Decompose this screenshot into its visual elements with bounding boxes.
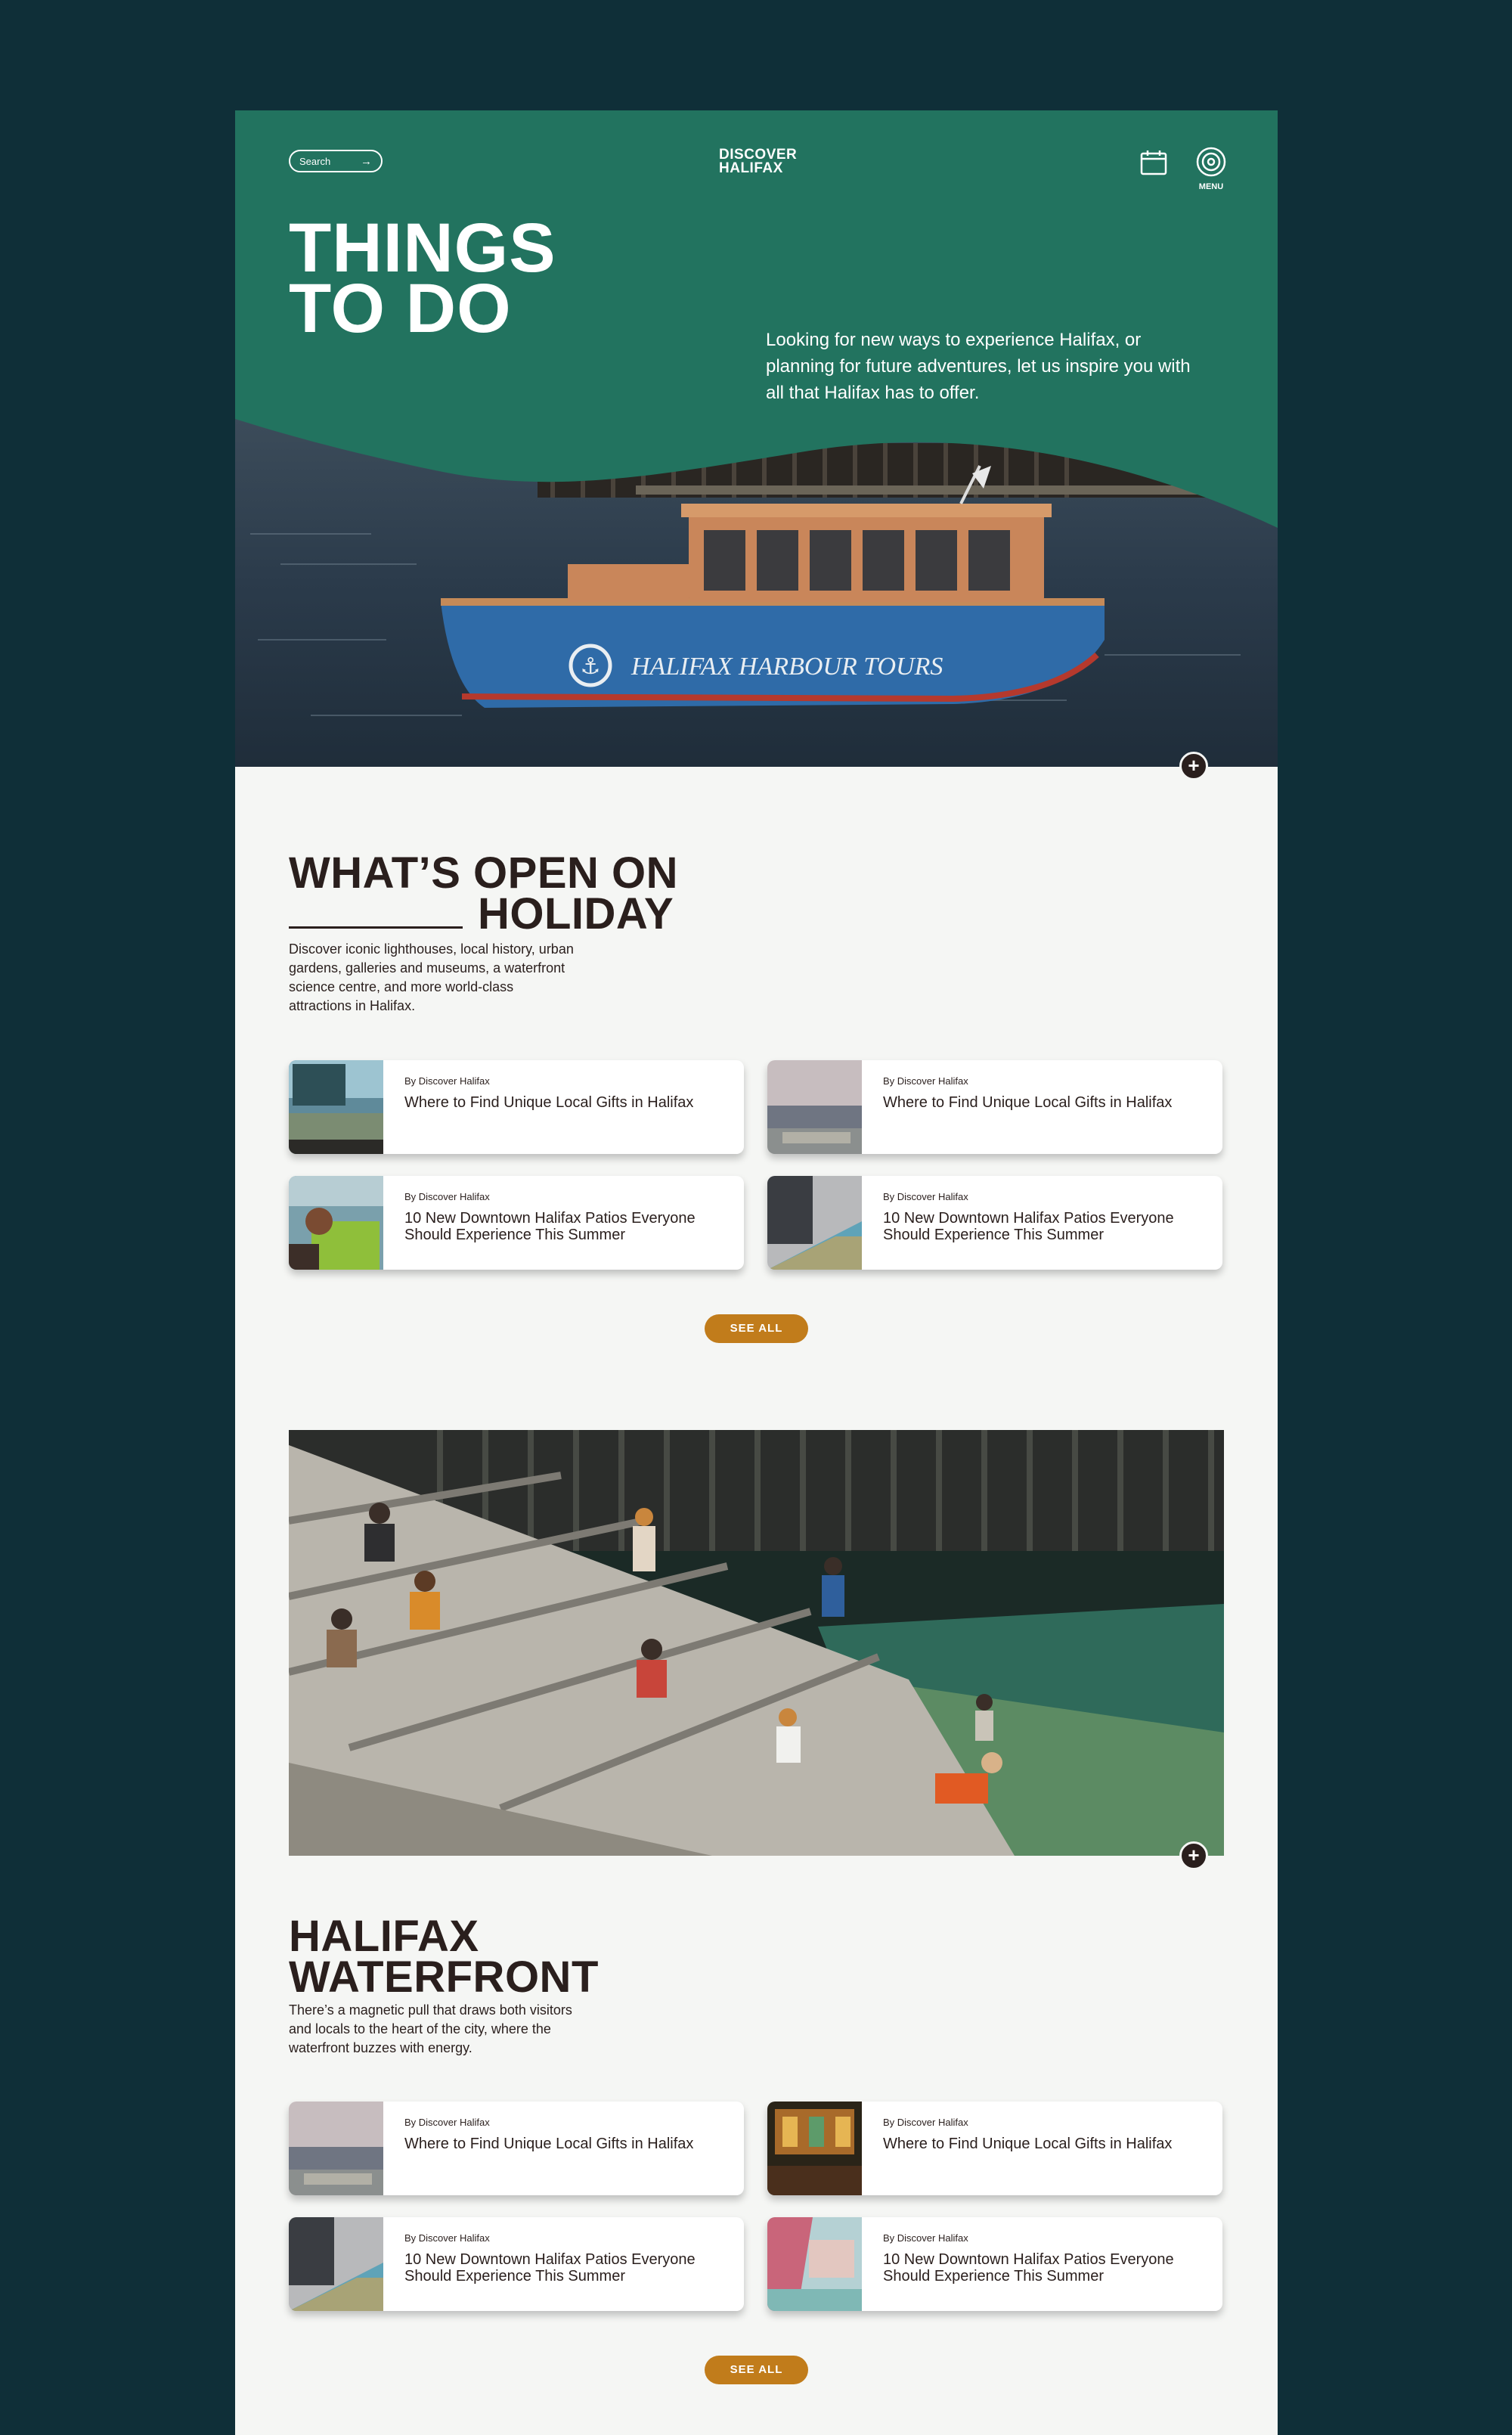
- calendar-icon[interactable]: [1140, 150, 1167, 175]
- article-author: By Discover Halifax: [404, 1075, 490, 1087]
- article-card[interactable]: By Discover Halifax Where to Find Unique…: [289, 1060, 744, 1154]
- menu-label: MENU: [1198, 182, 1224, 191]
- article-thumbnail: [767, 1176, 862, 1270]
- article-author: By Discover Halifax: [883, 2232, 968, 2244]
- see-all-button[interactable]: SEE ALL: [705, 2356, 808, 2384]
- article-title: 10 New Downtown Halifax Patios Everyone …: [404, 1210, 696, 1243]
- article-card[interactable]: By Discover Halifax 10 New Downtown Hali…: [289, 1176, 744, 1270]
- article-thumbnail: [767, 2102, 862, 2195]
- page: ⚓ HALIFAX HARBOUR TOURS Search → DISCOVE…: [235, 110, 1278, 2435]
- hero-plus-icon[interactable]: +: [1179, 752, 1208, 780]
- article-card[interactable]: By Discover Halifax Where to Find Unique…: [767, 1060, 1222, 1154]
- waterfront-title-line-2: WATERFRONT: [289, 1953, 599, 2002]
- menu-button[interactable]: MENU: [1192, 147, 1230, 191]
- logo-line-2: HALIFAX: [719, 160, 783, 176]
- article-thumbnail: [289, 1176, 383, 1270]
- article-author: By Discover Halifax: [883, 1075, 968, 1087]
- hero-description: Looking for new ways to experience Halif…: [766, 330, 1191, 403]
- article-title: Where to Find Unique Local Gifts in Hali…: [883, 2136, 1173, 2152]
- holiday-title-underline: [289, 926, 463, 929]
- article-title: Where to Find Unique Local Gifts in Hali…: [883, 1094, 1173, 1111]
- photo-plus-icon[interactable]: +: [1179, 1841, 1208, 1870]
- article-card[interactable]: By Discover Halifax 10 New Downtown Hali…: [767, 1176, 1222, 1270]
- article-card[interactable]: By Discover Halifax Where to Find Unique…: [767, 2102, 1222, 2195]
- discover-halifax-logo[interactable]: DISCOVER HALIFAX: [719, 147, 810, 176]
- search-button[interactable]: Search →: [289, 150, 383, 172]
- menu-target-icon: [1196, 147, 1226, 177]
- article-thumbnail: [289, 2102, 383, 2195]
- hero: ⚓ HALIFAX HARBOUR TOURS Search → DISCOVE…: [235, 110, 1278, 767]
- article-author: By Discover Halifax: [883, 2117, 968, 2128]
- article-title: 10 New Downtown Halifax Patios Everyone …: [883, 1210, 1174, 1243]
- waterfront-section-title: HALIFAX WATERFRONT: [289, 1915, 599, 1999]
- waterfront-section-description: There’s a magnetic pull that draws both …: [289, 2002, 572, 2055]
- article-thumbnail: [289, 2217, 383, 2311]
- article-card[interactable]: By Discover Halifax 10 New Downtown Hali…: [289, 2217, 744, 2311]
- arrow-right-icon: →: [361, 154, 372, 168]
- article-thumbnail: [767, 2217, 862, 2311]
- waterfront-steps-photo: [289, 1430, 1224, 1856]
- article-author: By Discover Halifax: [883, 1191, 968, 1202]
- article-author: By Discover Halifax: [404, 2117, 490, 2128]
- search-label: Search: [299, 155, 331, 167]
- see-all-button[interactable]: SEE ALL: [705, 1314, 808, 1343]
- article-card[interactable]: By Discover Halifax 10 New Downtown Hali…: [767, 2217, 1222, 2311]
- article-author: By Discover Halifax: [404, 1191, 490, 1202]
- holiday-section-title: WHAT’S OPEN ON HOLIDAY: [289, 851, 678, 938]
- article-author: By Discover Halifax: [404, 2232, 490, 2244]
- holiday-title-line-2: HOLIDAY: [478, 889, 674, 938]
- article-card[interactable]: By Discover Halifax Where to Find Unique…: [289, 2102, 744, 2195]
- article-title: 10 New Downtown Halifax Patios Everyone …: [883, 2251, 1174, 2285]
- holiday-section-description: Discover iconic lighthouses, local histo…: [289, 941, 574, 1013]
- page-title: THINGS TO DO: [289, 213, 556, 343]
- article-title: Where to Find Unique Local Gifts in Hali…: [404, 2136, 694, 2152]
- article-title: 10 New Downtown Halifax Patios Everyone …: [404, 2251, 696, 2285]
- page-title-line-2: TO DO: [289, 270, 512, 347]
- article-thumbnail: [767, 1060, 862, 1154]
- article-title: Where to Find Unique Local Gifts in Hali…: [404, 1094, 694, 1111]
- article-thumbnail: [289, 1060, 383, 1154]
